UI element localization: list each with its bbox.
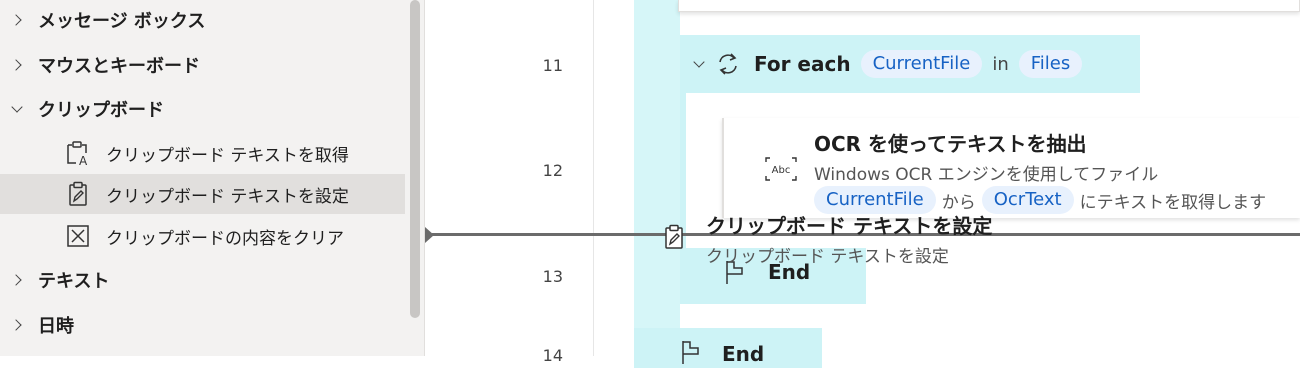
chevron-right-icon[interactable] bbox=[10, 273, 24, 287]
collapse-chevron-icon[interactable] bbox=[692, 57, 706, 71]
clipboard-set-text-icon bbox=[665, 224, 683, 249]
line-number-gutter: 11 12 13 14 bbox=[426, 0, 594, 365]
variable-token[interactable]: Files bbox=[1018, 50, 1083, 78]
group-label: メッセージ ボックス bbox=[38, 11, 206, 32]
variable-token[interactable]: CurrentFile bbox=[860, 50, 983, 78]
group-clipboard[interactable]: クリップボード bbox=[0, 89, 405, 129]
svg-text:A: A bbox=[79, 154, 88, 167]
clipboard-get-text-icon: A bbox=[67, 141, 88, 167]
ocr-icon: Abc bbox=[765, 157, 797, 181]
group-label: クリップボード bbox=[38, 100, 164, 121]
actions-scrollbar-thumb[interactable] bbox=[410, 0, 420, 318]
chevron-right-icon[interactable] bbox=[10, 318, 24, 332]
line-number: 11 bbox=[542, 56, 563, 75]
ocr-icon-text: Abc bbox=[772, 165, 791, 176]
chevron-down-icon[interactable] bbox=[10, 102, 24, 116]
action-label: クリップボード テキストを設定 bbox=[106, 186, 349, 207]
flag-icon bbox=[682, 341, 699, 364]
end-label: End bbox=[722, 342, 765, 366]
group-label: マウスとキーボード bbox=[38, 56, 200, 77]
drag-ghost-title: クリップボード テキストを設定 bbox=[706, 214, 993, 238]
action-get-clipboard-text[interactable]: A クリップボード テキストを取得 bbox=[0, 133, 405, 173]
action-label: クリップボード テキストを取得 bbox=[106, 145, 349, 166]
line-number: 13 bbox=[542, 267, 563, 286]
step-description: Windows OCR エンジンを使用してファイル bbox=[814, 165, 1159, 185]
end-outer-step[interactable]: End bbox=[634, 328, 822, 368]
variable-token[interactable]: OcrText bbox=[981, 186, 1074, 214]
in-keyword: in bbox=[992, 53, 1009, 75]
chevron-right-icon[interactable] bbox=[10, 13, 24, 27]
group-message-box[interactable]: メッセージ ボックス bbox=[0, 0, 405, 40]
loop-icon bbox=[719, 53, 737, 75]
action-set-clipboard-text[interactable]: クリップボード テキストを設定 bbox=[0, 174, 405, 214]
clipboard-set-text-icon bbox=[69, 181, 87, 206]
outer-loop-bar bbox=[634, 0, 680, 356]
foreach-keyword: For each bbox=[754, 52, 851, 76]
previous-step-card[interactable] bbox=[678, 0, 1300, 12]
action-label: クリップボードの内容をクリア bbox=[106, 228, 344, 249]
step-text: にテキストを取得します bbox=[1079, 192, 1267, 213]
group-label: 日時 bbox=[38, 316, 74, 337]
step-text: から bbox=[941, 192, 976, 213]
group-datetime[interactable]: 日時 bbox=[0, 305, 405, 345]
actions-pane: メッセージ ボックス マウスとキーボード クリップボード A クリップボード テ… bbox=[0, 0, 425, 356]
action-clear-clipboard[interactable]: クリップボードの内容をクリア bbox=[0, 216, 405, 256]
clipboard-clear-icon bbox=[67, 225, 89, 247]
ocr-step-card[interactable]: Abc OCR を使ってテキストを抽出 Windows OCR エンジンを使用し… bbox=[722, 118, 1300, 218]
step-title: OCR を使ってテキストを抽出 bbox=[814, 132, 1087, 156]
chevron-right-icon[interactable] bbox=[10, 58, 24, 72]
group-text[interactable]: テキスト bbox=[0, 260, 405, 300]
group-mouse-keyboard[interactable]: マウスとキーボード bbox=[0, 45, 405, 85]
drag-ghost-subtitle: クリップボード テキストを設定 bbox=[706, 247, 949, 267]
foreach-step[interactable]: For each CurrentFile in Files bbox=[680, 35, 1140, 93]
line-number: 12 bbox=[542, 161, 563, 180]
group-label: テキスト bbox=[38, 271, 110, 292]
